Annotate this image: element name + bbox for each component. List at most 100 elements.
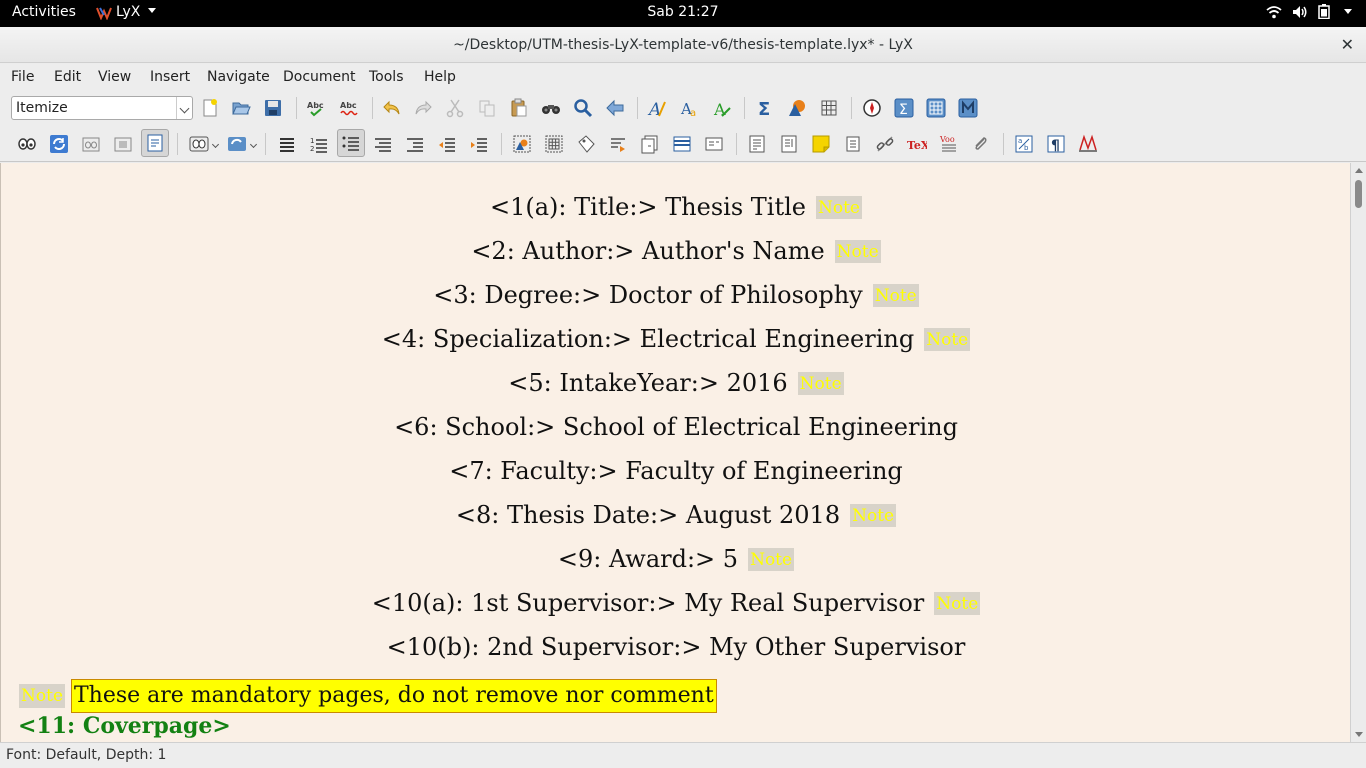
menu-document[interactable]: Document	[283, 69, 356, 85]
scroll-up-arrow-icon[interactable]	[1355, 168, 1363, 173]
spellcheck-icon: Abc	[307, 101, 324, 117]
menu-edit[interactable]: Edit	[54, 69, 81, 85]
insert-footnote-button[interactable]	[746, 133, 768, 155]
insert-branch-button[interactable]	[842, 133, 864, 155]
insert-citation-button[interactable]	[639, 133, 661, 155]
document-line[interactable]: <7: Faculty:> Faculty of Engineering	[1, 457, 1350, 485]
document-line[interactable]: <2: Author:> Author's Name Note	[1, 237, 1350, 265]
insert-math-button[interactable]: Σ	[754, 97, 776, 119]
insert-label-button[interactable]	[575, 133, 597, 155]
paragraph-settings-button[interactable]: ¶	[1045, 133, 1067, 155]
mandatory-pages-note[interactable]: These are mandatory pages, do not remove…	[71, 679, 717, 713]
insert-hyperlink-button[interactable]	[874, 133, 896, 155]
toggle-outline-button[interactable]	[404, 133, 426, 155]
note-inset[interactable]: Note	[934, 592, 981, 615]
toggle-preview-button[interactable]	[141, 129, 169, 157]
paste-button[interactable]	[508, 97, 530, 119]
document-line[interactable]: <4: Specialization:> Electrical Engineer…	[1, 325, 1350, 353]
enumerate-list-button[interactable]: 12	[308, 133, 330, 155]
document-line[interactable]: <3: Degree:> Doctor of Philosophy Note	[1, 281, 1350, 309]
text-style-button[interactable]: A	[711, 97, 733, 119]
math-panel-button[interactable]: Σ	[893, 97, 915, 119]
find-button[interactable]	[572, 97, 594, 119]
toolbar-separator	[736, 133, 737, 155]
document-settings-button[interactable]	[1077, 133, 1099, 155]
coverpage-heading[interactable]: <11: Coverpage>	[18, 713, 231, 739]
document-line[interactable]: <10(a): 1st Supervisor:> My Real Supervi…	[1, 589, 1350, 617]
document-line[interactable]: <5: IntakeYear:> 2016 Note	[1, 369, 1350, 397]
note-inset[interactable]: Note	[19, 684, 66, 708]
insert-box-button[interactable]: Voo	[938, 133, 960, 155]
navigate-back-button[interactable]	[604, 97, 626, 119]
note-inset[interactable]: Note	[797, 372, 844, 395]
note-inset[interactable]: Note	[924, 328, 971, 351]
document-line[interactable]: <10(b): 2nd Supervisor:> My Other Superv…	[1, 633, 1350, 661]
continuous-spellcheck-button[interactable]: Abc	[338, 97, 360, 119]
paragraph-layout-select[interactable]: Itemize	[11, 96, 193, 120]
insert-figure-float-button[interactable]	[511, 133, 533, 155]
note-inset[interactable]: Note	[850, 504, 897, 527]
insert-attachment-button[interactable]	[970, 133, 992, 155]
view-pdf-button[interactable]	[16, 133, 38, 155]
chevron-down-icon[interactable]	[176, 97, 192, 119]
menu-insert[interactable]: Insert	[150, 69, 190, 85]
update-master-button[interactable]	[112, 133, 134, 155]
clock[interactable]: Sab 21:27	[647, 4, 718, 20]
note-inset[interactable]: Note	[815, 196, 862, 219]
new-document-button[interactable]	[199, 97, 221, 119]
menu-view[interactable]: View	[98, 69, 131, 85]
insert-table-float-button[interactable]	[543, 133, 565, 155]
close-window-button[interactable]: ✕	[1341, 35, 1354, 54]
activities-button[interactable]: Activities	[12, 4, 76, 20]
find-replace-button[interactable]	[540, 97, 562, 119]
math-macros-panel-button[interactable]	[957, 97, 979, 119]
scroll-down-arrow-icon[interactable]	[1355, 732, 1363, 737]
itemize-list-button[interactable]	[276, 133, 298, 155]
document-line[interactable]: <9: Award:> 5 Note	[1, 545, 1350, 573]
open-document-button[interactable]	[230, 97, 252, 119]
redo-button[interactable]	[412, 97, 434, 119]
scrollbar-thumb[interactable]	[1355, 180, 1362, 208]
noun-button[interactable]: Aa	[679, 97, 701, 119]
vertical-scrollbar[interactable]	[1350, 163, 1366, 742]
document-line[interactable]: <6: School:> School of Electrical Engine…	[1, 413, 1350, 441]
insert-graphics-button[interactable]	[786, 97, 808, 119]
menu-tools[interactable]: Tools	[369, 69, 404, 85]
view-options-button[interactable]	[861, 97, 883, 119]
menu-file[interactable]: File	[11, 69, 34, 85]
insert-index-entry-button[interactable]	[671, 133, 693, 155]
spellcheck-button[interactable]: Abc	[305, 97, 327, 119]
emphasize-button[interactable]: A	[646, 97, 668, 119]
table-panel-button[interactable]	[925, 97, 947, 119]
decrease-depth-button[interactable]	[436, 133, 458, 155]
note-inset[interactable]: Note	[872, 284, 919, 307]
change-tracking-button[interactable]: ab	[1013, 133, 1035, 155]
app-menu-button[interactable]: LyX	[96, 4, 157, 20]
update-pdf-button[interactable]	[48, 133, 70, 155]
undo-button[interactable]	[381, 97, 403, 119]
note-inset[interactable]: Note	[748, 548, 795, 571]
copy-button[interactable]	[476, 97, 498, 119]
cut-button[interactable]	[444, 97, 466, 119]
document-workarea[interactable]: <1(a): Title:> Thesis Title Note <2: Auth…	[0, 163, 1350, 742]
insert-tex-code-button[interactable]: TeX	[906, 133, 928, 155]
insert-margin-note-button[interactable]	[778, 133, 800, 155]
menu-navigate[interactable]: Navigate	[207, 69, 270, 85]
view-other-formats-button[interactable]	[188, 133, 210, 155]
view-master-button[interactable]	[80, 133, 102, 155]
update-other-formats-button[interactable]	[226, 133, 248, 155]
increase-depth-button[interactable]	[468, 133, 490, 155]
insert-cross-reference-button[interactable]	[607, 133, 629, 155]
save-button[interactable]	[262, 97, 284, 119]
document-line[interactable]: <8: Thesis Date:> August 2018 Note	[1, 501, 1350, 529]
menu-help[interactable]: Help	[424, 69, 456, 85]
insert-nomenclature-button[interactable]	[703, 133, 725, 155]
insert-table-button[interactable]	[818, 97, 840, 119]
insert-note-button[interactable]	[810, 133, 832, 155]
system-tray[interactable]	[1266, 4, 1352, 19]
label-tag-icon	[578, 135, 595, 153]
description-list-button[interactable]	[372, 133, 394, 155]
document-line[interactable]: <1(a): Title:> Thesis Title Note	[1, 193, 1350, 221]
bullet-list-button[interactable]	[337, 129, 365, 157]
note-inset[interactable]: Note	[834, 240, 881, 263]
